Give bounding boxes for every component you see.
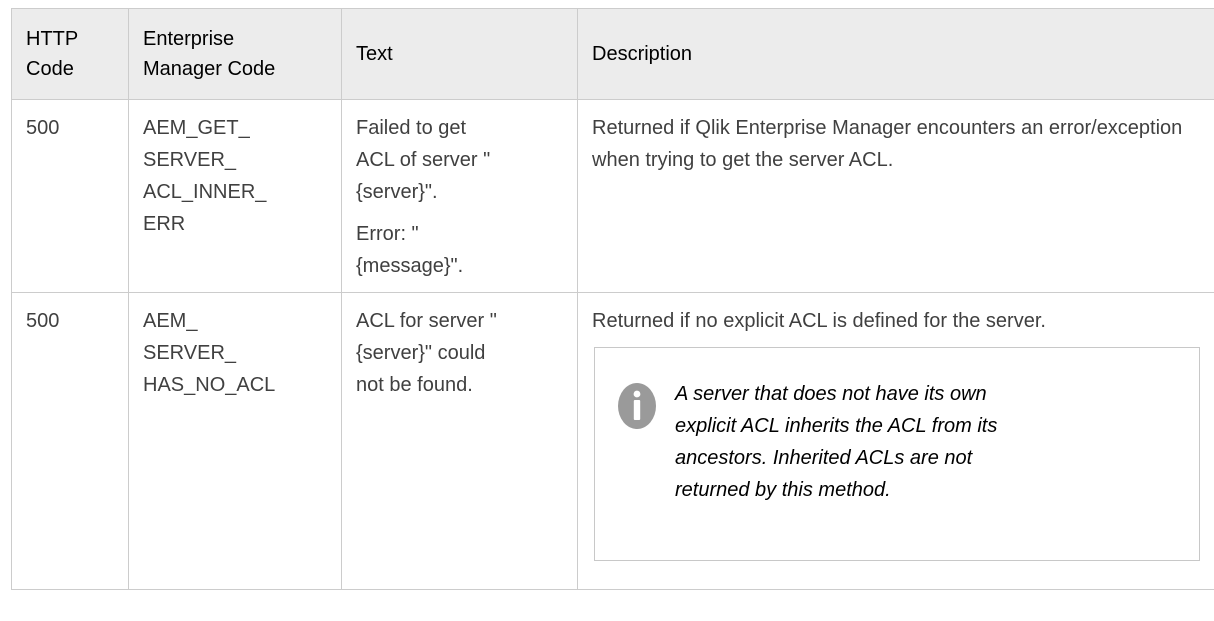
note-text: A server that does not have its own expl… <box>675 383 998 501</box>
cell-description: Returned if Qlik Enterprise Manager enco… <box>577 99 1214 293</box>
text-paragraph: Failed to get ACL of server " {server}". <box>356 117 491 203</box>
header-text: Text <box>341 8 578 100</box>
table-row: 500 AEM_GET_ SERVER_ ACL_INNER_ ERR Fail… <box>11 99 1214 293</box>
note-box: A server that does not have its own expl… <box>594 347 1200 561</box>
page-top-edge <box>0 0 1214 8</box>
header-http-code: HTTP Code <box>11 8 129 100</box>
cell-text: ACL for server " {server}" could not be … <box>341 292 578 590</box>
cell-http-code: 500 <box>11 292 129 590</box>
cell-em-code: AEM_GET_ SERVER_ ACL_INNER_ ERR <box>128 99 342 293</box>
cell-description: Returned if no explicit ACL is defined f… <box>577 292 1214 590</box>
error-codes-table: HTTP Code Enterprise Manager Code Text D… <box>11 8 1214 590</box>
header-description: Description <box>577 8 1214 100</box>
table-header-row: HTTP Code Enterprise Manager Code Text D… <box>11 8 1214 100</box>
error-paragraph: Error: " {message}". <box>356 223 464 277</box>
cell-em-code: AEM_ SERVER_ HAS_NO_ACL <box>128 292 342 590</box>
info-icon <box>618 383 656 429</box>
table-row: 500 AEM_ SERVER_ HAS_NO_ACL ACL for serv… <box>11 292 1214 590</box>
header-em-code: Enterprise Manager Code <box>128 8 342 100</box>
cell-text: Failed to get ACL of server " {server}".… <box>341 99 578 293</box>
cell-http-code: 500 <box>11 99 129 293</box>
